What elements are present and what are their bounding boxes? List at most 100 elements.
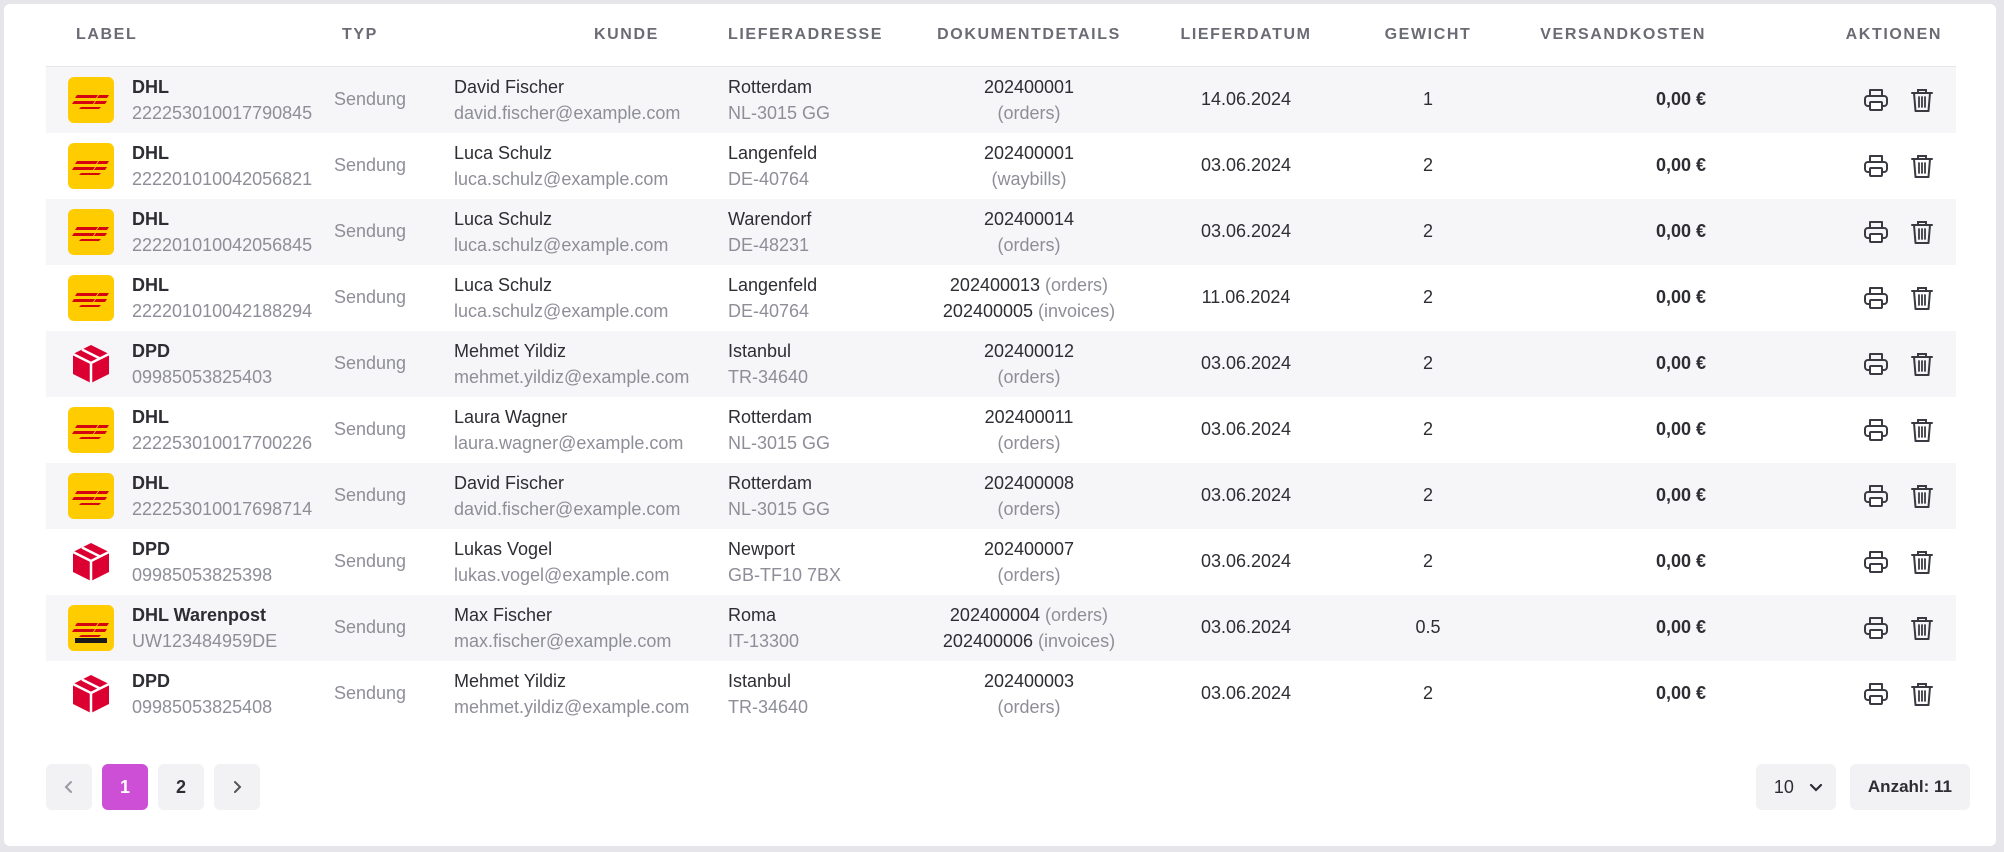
table-row[interactable]: DHL 222201010042056821 Sendung Luca Schu… [46,133,1956,199]
prev-page-button[interactable] [46,764,92,810]
delete-button[interactable] [1908,350,1936,378]
tracking-number[interactable]: 222253010017700226 [132,430,312,456]
delete-button[interactable] [1908,614,1936,642]
document-number[interactable]: 202400004 [950,605,1040,625]
document-type: (orders) [997,432,1061,453]
delete-button[interactable] [1908,482,1936,510]
table-row[interactable]: DHL 222201010042056845 Sendung Luca Schu… [46,198,1956,265]
weight: 2 [1422,551,1433,571]
trash-icon [1911,616,1933,640]
carrier-logo [68,406,114,453]
delivery-zip: DE-40764 [728,168,810,189]
customer-name: Max Fischer [454,604,553,625]
table-row[interactable]: DPD 09985053825398 Sendung Lukas Vogel l… [46,529,1956,595]
header-lieferadresse[interactable]: LIEFERADRESSE [728,4,898,67]
tracking-number[interactable]: 222201010042056845 [132,232,312,258]
document-details: 202400008 (orders) [898,462,1160,529]
weight: 2 [1422,221,1433,241]
page-2-button[interactable]: 2 [158,764,204,810]
page-1-button[interactable]: 1 [102,764,148,810]
document-number[interactable]: 202400012 [898,338,1160,364]
carrier-logo [68,341,114,387]
table-row[interactable]: DHL 222201010042188294 Sendung Luca Schu… [46,265,1956,331]
document-type: (orders) [1045,274,1109,295]
print-button[interactable] [1862,482,1890,510]
header-typ[interactable]: TYP [334,4,454,67]
print-button[interactable] [1862,680,1890,708]
document-number[interactable]: 202400011 [898,404,1160,430]
table-row[interactable]: DPD 09985053825403 Sendung Mehmet Yildiz… [46,330,1956,397]
print-button[interactable] [1862,350,1890,378]
document-number[interactable]: 202400013 [950,275,1040,295]
customer-email: luca.schulz@example.com [454,168,669,189]
document-type: (waybills) [991,168,1067,189]
tracking-number[interactable]: 09985053825398 [132,562,272,588]
document-number[interactable]: 202400001 [898,140,1160,166]
document-type: (orders) [997,102,1061,123]
print-button[interactable] [1862,416,1890,444]
document-details: 202400004 (orders) 202400006 (invoices) [898,594,1160,661]
shipment-type: Sendung [334,419,407,439]
header-dokumentdetails[interactable]: DOKUMENTDETAILS [898,4,1160,67]
table-row[interactable]: DHL 222253010017700226 Sendung Laura Wag… [46,397,1956,463]
table-row[interactable]: DHL 222253010017698714 Sendung David Fis… [46,462,1956,529]
chevron-right-icon [234,781,242,793]
print-button[interactable] [1862,86,1890,114]
delete-button[interactable] [1908,284,1936,312]
shipment-type: Sendung [334,155,407,175]
table-row[interactable]: DHL Warenpost UW123484959DE Sendung Max … [46,594,1956,661]
document-number[interactable]: 202400005 [943,301,1033,321]
shipping-cost: 0,00 € [1655,155,1706,175]
header-kunde[interactable]: KUNDE [454,4,728,67]
next-page-button[interactable] [214,764,260,810]
delete-button[interactable] [1908,548,1936,576]
document-details: 202400011 (orders) [898,397,1160,463]
tracking-number[interactable]: 222201010042188294 [132,298,312,324]
document-number[interactable]: 202400006 [943,631,1033,651]
customer-name: Luca Schulz [454,208,553,229]
print-button[interactable] [1862,284,1890,312]
tracking-number[interactable]: 222201010042056821 [132,166,312,192]
delete-button[interactable] [1908,152,1936,180]
header-label[interactable]: LABEL [46,4,334,67]
label-cell: DHL 222253010017790845 [46,74,334,126]
header-lieferdatum[interactable]: LIEFERDATUM [1160,4,1332,67]
printer-icon [1864,352,1888,375]
delete-button[interactable] [1908,416,1936,444]
print-button[interactable] [1862,152,1890,180]
trash-icon [1911,418,1933,442]
tracking-number[interactable]: 222253010017698714 [132,496,312,522]
print-button[interactable] [1862,614,1890,642]
shipments-card: LABEL TYP KUNDE LIEFERADRESSE DOKUMENTDE… [4,4,1996,846]
shipment-type: Sendung [334,353,407,373]
row-actions [1716,614,1956,642]
header-gewicht[interactable]: GEWICHT [1332,4,1504,67]
tracking-number[interactable]: 222253010017790845 [132,100,312,126]
tracking-number[interactable]: 09985053825408 [132,694,272,720]
document-number[interactable]: 202400008 [898,470,1160,496]
delivery-city: Rotterdam [728,76,813,97]
dhl-logo-icon [72,490,109,505]
delete-button[interactable] [1908,680,1936,708]
table-row[interactable]: DHL 222253010017790845 Sendung David Fis… [46,66,1956,133]
weight: 1 [1422,89,1433,110]
tracking-number[interactable]: 09985053825403 [132,364,272,390]
header-versandkosten[interactable]: VERSANDKOSTEN [1504,4,1716,67]
customer-name: Mehmet Yildiz [454,340,567,361]
document-number[interactable]: 202400014 [898,206,1160,232]
trash-icon [1911,484,1933,508]
delete-button[interactable] [1908,86,1936,114]
table-row[interactable]: DPD 09985053825408 Sendung Mehmet Yildiz… [46,661,1956,727]
document-number[interactable]: 202400003 [898,668,1160,694]
row-actions [1716,680,1956,708]
document-number[interactable]: 202400007 [898,536,1160,562]
tracking-number[interactable]: UW123484959DE [132,628,277,654]
total-count: Anzahl: 11 [1849,764,1970,810]
delete-button[interactable] [1908,218,1936,246]
trash-icon [1911,682,1933,706]
page-size-select[interactable]: 10 [1755,764,1836,810]
print-button[interactable] [1862,548,1890,576]
carrier-name: DHL Warenpost [132,604,267,625]
print-button[interactable] [1862,218,1890,246]
document-number[interactable]: 202400001 [898,74,1160,100]
